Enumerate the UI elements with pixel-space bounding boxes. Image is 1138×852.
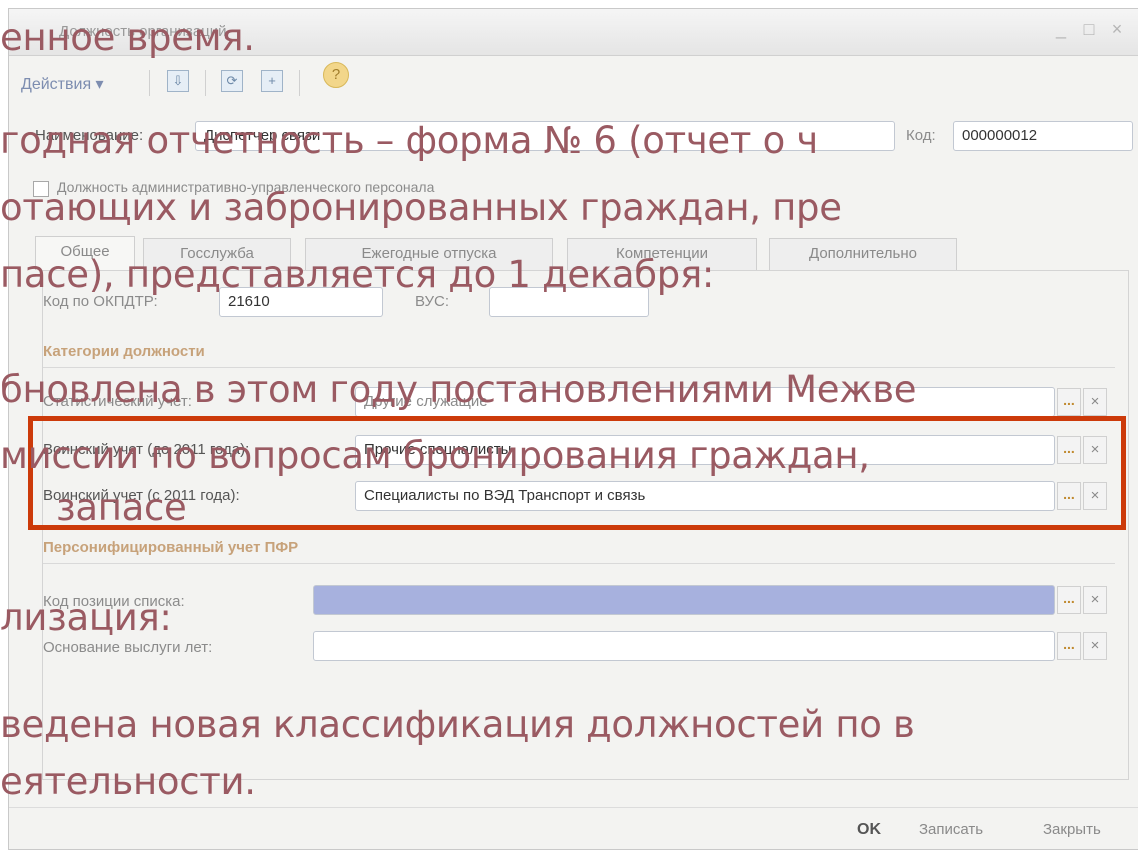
basis-input[interactable] <box>313 631 1055 661</box>
overlay-line: отающих и забронированных граждан, пре <box>0 186 842 229</box>
stat-clear-button[interactable]: × <box>1083 388 1107 416</box>
maximize-button[interactable]: □ <box>1077 19 1101 40</box>
pfr-code-select-button[interactable]: ... <box>1057 586 1081 614</box>
overlay-line: еятельности. <box>0 760 256 803</box>
save-icon[interactable]: ⇩ <box>167 70 189 92</box>
code-label: Код: <box>906 127 936 144</box>
section-divider <box>43 563 1115 564</box>
overlay-line: лизация: <box>0 596 172 639</box>
toolbar: Действия ▾ ⇩ ⟳ + <box>9 66 1138 102</box>
copy-icon[interactable]: + <box>261 70 283 92</box>
overlay-line: запасе <box>56 486 187 529</box>
save-button[interactable]: Записать <box>919 821 983 838</box>
actions-menu[interactable]: Действия ▾ <box>21 74 104 94</box>
tab-additional[interactable]: Дополнительно <box>769 238 957 270</box>
basis-select-button[interactable]: ... <box>1057 632 1081 660</box>
footer-divider <box>9 807 1138 808</box>
overlay-line: енное время. <box>0 16 255 59</box>
overlay-line: пасе), представляется до 1 декабря: <box>0 253 715 296</box>
pfr-code-clear-button[interactable]: × <box>1083 586 1107 614</box>
overlay-line: годная отчетность – форма № 6 (отчет о ч <box>0 119 818 162</box>
refresh-icon[interactable]: ⟳ <box>221 70 243 92</box>
stat-select-button[interactable]: ... <box>1057 388 1081 416</box>
close-window-button[interactable]: × <box>1105 19 1129 40</box>
minimize-button[interactable]: _ <box>1049 19 1073 40</box>
ok-button[interactable]: OK <box>857 821 881 839</box>
toolbar-separator <box>149 70 150 96</box>
overlay-line: бновлена в этом году постановлениями Меж… <box>0 368 917 411</box>
toolbar-separator <box>205 70 206 96</box>
code-input[interactable]: 000000012 <box>953 121 1133 151</box>
overlay-line: ведена новая классификация должностей по… <box>0 703 915 746</box>
section-pfr-title: Персонифицированный учет ПФР <box>43 539 299 556</box>
overlay-line: миссии по вопросам бронирования граждан, <box>0 434 870 477</box>
toolbar-separator <box>299 70 300 96</box>
pfr-code-input[interactable] <box>313 585 1055 615</box>
section-categories-title: Категории должности <box>43 343 205 360</box>
basis-clear-button[interactable]: × <box>1083 632 1107 660</box>
basis-label: Основание выслуги лет: <box>43 639 213 656</box>
help-icon[interactable]: ? <box>323 62 349 88</box>
close-button[interactable]: Закрыть <box>1043 821 1101 838</box>
